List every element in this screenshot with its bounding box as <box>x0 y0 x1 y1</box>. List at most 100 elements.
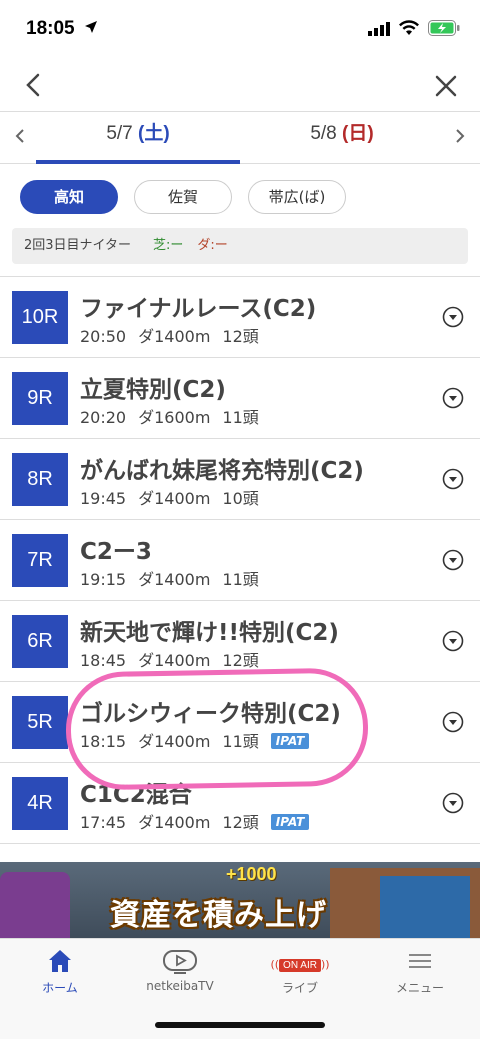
banner-building-decoration <box>380 876 470 938</box>
race-runners: 10頭 <box>222 489 259 508</box>
expand-icon[interactable] <box>442 387 464 409</box>
wifi-icon <box>399 20 419 35</box>
expand-icon[interactable] <box>442 630 464 652</box>
back-button[interactable] <box>20 70 50 100</box>
date-tabs: 5/7 (土) 5/8 (日) <box>0 112 480 164</box>
tab-date-1[interactable]: 5/7 (土) <box>36 112 240 164</box>
status-bar: 18:05 <box>0 0 480 60</box>
expand-icon[interactable] <box>442 468 464 490</box>
venue-pill-obihiro[interactable]: 帯広(ば) <box>248 180 346 214</box>
onair-badge: ON AIR <box>279 959 321 972</box>
race-course: ダ1400m <box>138 813 211 832</box>
race-row[interactable]: 6R 新天地で輝け!!特別(C2) 18:45 ダ1400m 12頭 <box>0 601 480 682</box>
meeting-info: 2回3日目ナイター 芝:ー ダ:ー <box>12 228 468 264</box>
menu-icon <box>409 954 431 968</box>
race-time: 18:15 <box>80 732 127 751</box>
nav-live-label: ライブ <box>281 981 318 995</box>
race-runners: 11頭 <box>222 408 259 427</box>
race-course: ダ1400m <box>138 327 211 346</box>
race-meta: 20:20 ダ1600m 11頭 <box>80 404 271 428</box>
race-meta: 18:15 ダ1400m 11頭 IPAT <box>80 728 321 752</box>
status-time: 18:05 <box>26 18 75 39</box>
race-name: 新天地で輝け!!特別(C2) <box>80 620 339 646</box>
race-time: 20:50 <box>80 327 127 346</box>
race-time: 19:15 <box>80 570 127 589</box>
chevron-left-icon[interactable] <box>10 126 30 146</box>
tab-date-2-date: 5/8 <box>310 123 337 144</box>
race-runners: 12頭 <box>222 327 259 346</box>
race-number-badge: 10R <box>12 291 68 344</box>
nav-menu-label: メニュー <box>395 981 444 995</box>
venue-pill-kochi[interactable]: 高知 <box>20 180 118 214</box>
race-number-badge: 7R <box>12 534 68 587</box>
race-time: 20:20 <box>80 408 127 427</box>
banner-title: 資産を積み上げ <box>110 898 327 933</box>
race-runners: 11頭 <box>222 570 259 589</box>
race-list: 10R ファイナルレース(C2) 20:50 ダ1400m 12頭 9R 立夏特別(… <box>0 277 480 844</box>
meeting-label: 2回3日目ナイター <box>24 238 132 253</box>
nav-live[interactable]: ((ON AIR)) ライブ <box>240 947 360 996</box>
race-meta: 17:45 ダ1400m 12頭 IPAT <box>80 809 321 833</box>
home-icon <box>49 950 71 972</box>
race-name: ゴルシウィーク特別(C2) <box>80 701 341 727</box>
close-icon[interactable] <box>432 72 460 100</box>
dirt-condition: ダ:ー <box>197 238 228 253</box>
expand-icon[interactable] <box>442 792 464 814</box>
nav-tv-label: netkeibaTV <box>146 979 214 993</box>
banner-bonus-text: +1000 <box>226 864 277 884</box>
expand-icon[interactable] <box>442 549 464 571</box>
race-course: ダ1600m <box>138 408 211 427</box>
race-row[interactable]: 9R 立夏特別(C2) 20:20 ダ1600m 11頭 <box>0 358 480 439</box>
tab-date-1-date: 5/7 <box>106 123 133 144</box>
nav-tv[interactable]: netkeibaTV <box>120 947 240 993</box>
race-course: ダ1400m <box>138 489 211 508</box>
race-number-badge: 8R <box>12 453 68 506</box>
race-row[interactable]: 8R がんばれ妹尾将充特別(C2) 19:45 ダ1400m 10頭 <box>0 439 480 520</box>
race-course: ダ1400m <box>138 732 211 751</box>
ad-banner[interactable]: +1000 資産を積み上げ <box>0 862 480 938</box>
race-name: 立夏特別(C2) <box>80 377 226 403</box>
signal-icon <box>368 22 390 36</box>
tv-icon <box>163 950 197 974</box>
location-arrow-icon <box>85 21 97 33</box>
race-number-badge: 6R <box>12 615 68 668</box>
race-meta: 19:15 ダ1400m 11頭 <box>80 566 271 590</box>
race-number-badge: 5R <box>12 696 68 749</box>
race-runners: 12頭 <box>222 813 259 832</box>
race-time: 17:45 <box>80 813 127 832</box>
race-number-badge: 4R <box>12 777 68 830</box>
ipat-badge: IPAT <box>270 814 310 830</box>
expand-icon[interactable] <box>442 306 464 328</box>
tab-date-2[interactable]: 5/8 (日) <box>240 112 444 164</box>
race-runners: 12頭 <box>222 651 259 670</box>
race-name: ファイナルレース(C2) <box>80 296 317 322</box>
tab-date-1-day: (土) <box>138 123 170 144</box>
race-time: 18:45 <box>80 651 127 670</box>
race-runners: 11頭 <box>222 732 259 751</box>
race-row[interactable]: 7R C2ー3 19:15 ダ1400m 11頭 <box>0 520 480 601</box>
venue-pill-saga[interactable]: 佐賀 <box>134 180 232 214</box>
race-name: がんばれ妹尾将充特別(C2) <box>80 458 364 484</box>
nav-home-label: ホーム <box>42 981 78 995</box>
race-course: ダ1400m <box>138 570 211 589</box>
race-row[interactable]: 10R ファイナルレース(C2) 20:50 ダ1400m 12頭 <box>0 277 480 358</box>
battery-icon <box>428 20 460 36</box>
race-meta: 18:45 ダ1400m 12頭 <box>80 647 271 671</box>
nav-menu[interactable]: メニュー <box>360 947 480 996</box>
race-name: C2ー3 <box>80 539 152 565</box>
race-row[interactable]: 5R ゴルシウィーク特別(C2) 18:15 ダ1400m 11頭 IPAT <box>0 682 480 763</box>
turf-condition: 芝:ー <box>153 238 184 253</box>
nav-home[interactable]: ホーム <box>0 947 120 996</box>
race-course: ダ1400m <box>138 651 211 670</box>
expand-icon[interactable] <box>442 711 464 733</box>
ipat-badge: IPAT <box>270 733 310 749</box>
header <box>0 60 480 112</box>
race-meta: 20:50 ダ1400m 12頭 <box>80 323 271 347</box>
race-meta: 19:45 ダ1400m 10頭 <box>80 485 271 509</box>
banner-building-decoration <box>0 872 70 938</box>
chevron-right-icon[interactable] <box>450 126 470 146</box>
race-time: 19:45 <box>80 489 127 508</box>
race-row[interactable]: 4R C1C2混合 17:45 ダ1400m 12頭 IPAT <box>0 763 480 844</box>
race-number-badge: 9R <box>12 372 68 425</box>
live-icon: ((ON AIR)) <box>270 958 330 972</box>
